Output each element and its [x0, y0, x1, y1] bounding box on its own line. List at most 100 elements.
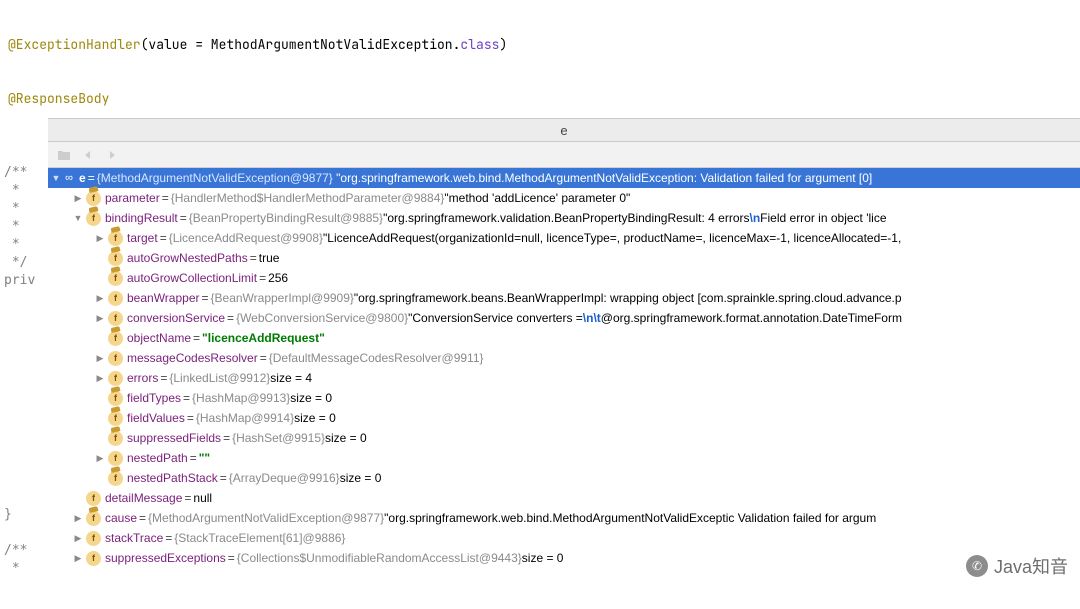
field-name: nestedPathStack — [127, 468, 218, 488]
field-typeref: {HashMap@9914} — [196, 408, 294, 428]
expand-icon[interactable]: ▶ — [94, 448, 106, 468]
var-row-autoGrowNestedPaths[interactable]: fautoGrowNestedPaths = true — [48, 248, 1080, 268]
watermark: ✆ Java知音 — [966, 553, 1068, 579]
field-name: autoGrowNestedPaths — [127, 248, 248, 268]
expand-icon[interactable]: ▶ — [72, 528, 84, 548]
var-row-nestedPathStack[interactable]: fnestedPathStack = {ArrayDeque@9916} siz… — [48, 468, 1080, 488]
field-typeref: {BeanPropertyBindingResult@9885} — [189, 208, 383, 228]
collapse-icon[interactable]: ▼ — [50, 168, 62, 188]
field-icon: f — [86, 491, 101, 506]
var-row-beanWrapper[interactable]: ▶fbeanWrapper = {BeanWrapperImpl@9909} "… — [48, 288, 1080, 308]
var-row-messageCodesResolver[interactable]: ▶fmessageCodesResolver = {DefaultMessage… — [48, 348, 1080, 368]
field-icon: f — [86, 531, 101, 546]
field-name: objectName — [127, 328, 191, 348]
field-value: size = 0 — [522, 548, 564, 568]
expand-icon[interactable]: ▶ — [94, 228, 106, 248]
var-row-parameter[interactable]: ▶fparameter = {HandlerMethod$HandlerMeth… — [48, 188, 1080, 208]
var-row-cause[interactable]: ▶fcause = {MethodArgumentNotValidExcepti… — [48, 508, 1080, 528]
field-icon: f — [108, 351, 123, 366]
expand-icon[interactable]: ▶ — [94, 308, 106, 328]
back-icon[interactable] — [80, 147, 96, 163]
field-value: "ConversionService converters = — [408, 308, 583, 328]
debug-toolbar — [48, 142, 1080, 168]
field-icon: f — [86, 191, 101, 206]
field-icon: f — [108, 431, 123, 446]
field-icon: f — [108, 371, 123, 386]
var-row-errors[interactable]: ▶ferrors = {LinkedList@9912} size = 4 — [48, 368, 1080, 388]
field-icon: f — [108, 451, 123, 466]
field-icon: f — [108, 471, 123, 486]
field-name: errors — [127, 368, 158, 388]
var-row-nestedPath[interactable]: ▶fnestedPath = "" — [48, 448, 1080, 468]
field-icon: f — [108, 311, 123, 326]
field-typeref: {LinkedList@9912} — [169, 368, 270, 388]
field-typeref: {StackTraceElement[61]@9886} — [174, 528, 345, 548]
field-typeref: {MethodArgumentNotValidException@9877} — [148, 508, 384, 528]
field-typeref: {WebConversionService@9800} — [236, 308, 408, 328]
field-name: fieldValues — [127, 408, 185, 428]
var-row-autoGrowCollectionLimit[interactable]: fautoGrowCollectionLimit = 256 — [48, 268, 1080, 288]
field-typeref: {LicenceAddRequest@9908} — [169, 228, 323, 248]
field-value: size = 0 — [294, 408, 336, 428]
field-icon: f — [108, 251, 123, 266]
field-typeref: {ArrayDeque@9916} — [229, 468, 340, 488]
field-icon: f — [108, 271, 123, 286]
var-root[interactable]: ▼ ∞ e = {MethodArgumentNotValidException… — [48, 168, 1080, 188]
expand-icon[interactable]: ▶ — [94, 368, 106, 388]
field-icon: f — [86, 511, 101, 526]
field-value: "licenceAddRequest" — [202, 328, 325, 348]
var-row-suppressedFields[interactable]: fsuppressedFields = {HashSet@9915} size … — [48, 428, 1080, 448]
field-value: "method 'addLicence' parameter 0" — [444, 188, 630, 208]
field-value: "LicenceAddRequest(organizationId=null, … — [323, 228, 901, 248]
var-row-conversionService[interactable]: ▶fconversionService = {WebConversionServ… — [48, 308, 1080, 328]
field-icon: f — [86, 551, 101, 566]
var-row-objectName[interactable]: fobjectName = "licenceAddRequest" — [48, 328, 1080, 348]
field-name: cause — [105, 508, 137, 528]
expand-icon[interactable]: ▶ — [72, 548, 84, 568]
var-row-detailMessage[interactable]: fdetailMessage = null — [48, 488, 1080, 508]
field-value: "org.springframework.web.bind.MethodArgu… — [384, 508, 876, 528]
field-icon: f — [108, 231, 123, 246]
field-icon: f — [108, 391, 123, 406]
expand-icon[interactable]: ▶ — [72, 188, 84, 208]
wechat-icon: ✆ — [966, 555, 988, 577]
var-row-target[interactable]: ▶ftarget = {LicenceAddRequest@9908} "Lic… — [48, 228, 1080, 248]
expand-icon[interactable]: ▶ — [94, 348, 106, 368]
expand-icon[interactable]: ▶ — [94, 288, 106, 308]
field-value: 256 — [268, 268, 288, 288]
debug-inspect-title: e — [48, 118, 1080, 142]
field-value: size = 0 — [325, 428, 367, 448]
variables-tree[interactable]: ▼ ∞ e = {MethodArgumentNotValidException… — [48, 168, 1080, 609]
var-row-bindingResult[interactable]: ▼fbindingResult = {BeanPropertyBindingRe… — [48, 208, 1080, 228]
var-row-stackTrace[interactable]: ▶fstackTrace = {StackTraceElement[61]@98… — [48, 528, 1080, 548]
field-icon: f — [108, 411, 123, 426]
field-value: true — [259, 248, 280, 268]
field-name: conversionService — [127, 308, 225, 328]
var-row-suppressedExceptions[interactable]: ▶fsuppressedExceptions = {Collections$Un… — [48, 548, 1080, 568]
field-name: suppressedFields — [127, 428, 221, 448]
field-name: parameter — [105, 188, 160, 208]
folder-icon[interactable] — [56, 147, 72, 163]
field-name: detailMessage — [105, 488, 182, 508]
field-value: "org.springframework.beans.BeanWrapperIm… — [354, 288, 902, 308]
field-value: size = 4 — [270, 368, 312, 388]
field-typeref: {DefaultMessageCodesResolver@9911} — [269, 348, 484, 368]
field-value: "" — [199, 448, 210, 468]
forward-icon[interactable] — [104, 147, 120, 163]
field-typeref: {BeanWrapperImpl@9909} — [211, 288, 354, 308]
expand-icon[interactable]: ▶ — [72, 508, 84, 528]
field-value: null — [193, 488, 212, 508]
field-typeref: {Collections$UnmodifiableRandomAccessLis… — [237, 548, 522, 568]
editor-gutter: /** * * * * */ priv } /** * — [0, 118, 48, 609]
var-row-fieldValues[interactable]: ffieldValues = {HashMap@9914} size = 0 — [48, 408, 1080, 428]
var-row-fieldTypes[interactable]: ffieldTypes = {HashMap@9913} size = 0 — [48, 388, 1080, 408]
field-icon: f — [108, 331, 123, 346]
field-icon: f — [108, 291, 123, 306]
field-name: suppressedExceptions — [105, 548, 226, 568]
field-typeref: {HandlerMethod$HandlerMethodParameter@98… — [171, 188, 445, 208]
infinity-icon: ∞ — [62, 171, 76, 185]
field-name: nestedPath — [127, 448, 188, 468]
field-value: "org.springframework.validation.BeanProp… — [383, 208, 749, 228]
collapse-icon[interactable]: ▼ — [72, 208, 84, 228]
field-value: size = 0 — [340, 468, 382, 488]
